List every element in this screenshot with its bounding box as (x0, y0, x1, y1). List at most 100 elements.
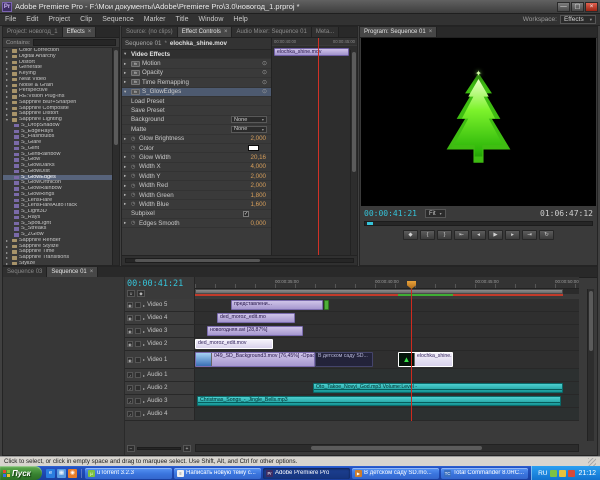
effect-param[interactable]: Load Preset (122, 97, 271, 106)
lock-track-icon[interactable] (135, 398, 141, 404)
effect-param[interactable]: MatteNone▾ (122, 125, 271, 134)
stopwatch-icon[interactable]: ◷ (131, 145, 137, 151)
program-scrub-bar[interactable] (364, 221, 593, 226)
menu-title[interactable]: Title (171, 16, 194, 23)
timeline-clip[interactable]: Christmas_Songs_-_Jingle_Bells.mp3 (197, 396, 561, 406)
collapse-track-icon[interactable]: ▸ (143, 386, 145, 391)
menu-file[interactable]: File (0, 16, 21, 23)
twirl-icon[interactable]: ▸ (124, 192, 129, 198)
stopwatch-icon[interactable]: ◷ (131, 173, 137, 179)
zoom-slider[interactable] (137, 447, 181, 450)
toggle-track-output-icon[interactable]: ◉ (127, 341, 133, 347)
effect-param[interactable]: ▸◷Width X4,000 (122, 163, 271, 172)
zoom-in-icon[interactable]: + (183, 445, 191, 452)
step-forward-icon[interactable]: ▸ (505, 230, 520, 240)
effect-row[interactable]: ▸fxOpacity⊙ (122, 69, 271, 78)
twirl-icon[interactable]: ▸ (124, 183, 129, 189)
media-player-icon[interactable]: ◉ (68, 469, 77, 478)
twirl-icon[interactable]: ▸ (6, 66, 10, 71)
timeline-clip[interactable]: ded_moroz_edit.mo (217, 313, 295, 323)
effect-param[interactable]: BackgroundNone▾ (122, 116, 271, 125)
reset-icon[interactable]: ⊙ (262, 69, 269, 76)
effect-controls-timeline[interactable]: 00:00:40:0000:00:45:00 elochka_shine.mov (271, 38, 357, 255)
taskbar-button[interactable]: TCTotal Commander 8.0RC... (441, 468, 528, 479)
lock-track-icon[interactable] (135, 385, 141, 391)
twirl-icon[interactable]: ▸ (124, 70, 129, 76)
menu-sequence[interactable]: Sequence (97, 16, 139, 23)
scrub-thumb[interactable] (367, 222, 373, 225)
menu-window[interactable]: Window (193, 16, 228, 23)
tray-icon[interactable] (559, 470, 566, 477)
tab-program[interactable]: Program: Sequence 01 × (360, 27, 437, 37)
param-dropdown[interactable]: None▾ (231, 116, 267, 123)
tab-project[interactable]: Project: новогод_1 (3, 27, 63, 37)
maximize-button[interactable]: ▢ (571, 2, 584, 12)
clock[interactable]: 21:12 (578, 470, 596, 477)
track-header[interactable]: ◉▸Video 2 (125, 338, 195, 350)
param-value[interactable]: 2,000 (251, 173, 269, 180)
twirl-icon[interactable]: ▸ (6, 60, 10, 65)
close-icon[interactable]: × (224, 29, 228, 35)
toggle-track-output-icon[interactable]: ♪ (127, 411, 133, 417)
lock-track-icon[interactable] (135, 328, 141, 334)
menu-help[interactable]: Help (228, 16, 252, 23)
effect-row-selected[interactable]: ▾fxS_GlowEdges⊙ (122, 88, 271, 97)
effect-param[interactable]: Subpixel✓ (122, 210, 271, 219)
tab-effects[interactable]: Effects × (63, 27, 97, 37)
effect-param[interactable]: ▸◷Width Blue1,600 (122, 200, 271, 209)
stopwatch-icon[interactable]: ◷ (131, 192, 137, 198)
track-lane[interactable]: ded_moroz_edit.mov (195, 338, 579, 350)
color-swatch[interactable] (248, 145, 259, 151)
track-lane[interactable]: новогодняя.avi [28,87%] (195, 325, 579, 337)
twirl-icon[interactable]: ▸ (124, 136, 129, 142)
timeline-clip[interactable] (324, 300, 329, 310)
twirl-icon[interactable]: ▸ (124, 79, 129, 85)
twirl-icon[interactable]: ▾ (124, 51, 129, 57)
effect-row[interactable]: ▸fxTime Remapping⊙ (122, 78, 271, 87)
taskbar-button[interactable]: ▶В детском саду SD.mo... (352, 468, 439, 479)
timeline-clip[interactable]: ▲elochka_shine.mov (398, 352, 453, 367)
twirl-icon[interactable]: ▸ (6, 250, 10, 255)
lock-track-icon[interactable] (135, 302, 141, 308)
lock-track-icon[interactable] (135, 341, 141, 347)
marker-icon[interactable]: ◆ (137, 290, 145, 297)
show-desktop-icon[interactable]: ▦ (57, 469, 66, 478)
language-indicator[interactable]: RU (538, 470, 547, 477)
search-input[interactable] (33, 39, 117, 46)
checkbox-checked-icon[interactable]: ✓ (243, 211, 249, 217)
twirl-icon[interactable]: ▸ (6, 261, 10, 265)
twirl-icon[interactable]: ▸ (124, 201, 129, 207)
track-header[interactable]: ♪▸Audio 4 (125, 408, 195, 420)
scrollbar-thumb[interactable] (311, 446, 483, 450)
collapse-track-icon[interactable]: ▸ (143, 357, 145, 362)
track-lane[interactable]: Oto_Takoe_Novyi_God.mp3 Volume:Level - (195, 382, 579, 394)
snap-icon[interactable]: ∪ (127, 290, 135, 297)
taskbar-button[interactable]: ≡Написать новую тему с... (174, 468, 261, 479)
jump-to-in-icon[interactable]: ⇤ (454, 230, 469, 240)
minimize-button[interactable]: — (557, 2, 570, 12)
param-value[interactable]: 20,16 (251, 154, 269, 161)
tray-icon[interactable] (550, 470, 557, 477)
twirl-icon[interactable]: ▾ (124, 89, 129, 95)
param-value[interactable]: 0,000 (251, 220, 269, 227)
effect-row[interactable]: ▸fxMotion⊙ (122, 59, 271, 68)
track-header[interactable]: ♪▸Audio 3 (125, 395, 195, 407)
toggle-track-output-icon[interactable]: ◉ (127, 302, 133, 308)
toggle-track-output-icon[interactable]: ◉ (127, 315, 133, 321)
twirl-icon[interactable]: ▸ (6, 83, 10, 88)
close-icon[interactable]: × (88, 29, 92, 35)
tab-source-no-clips[interactable]: Source: (no clips) (122, 27, 178, 37)
effect-controls-scrollbar[interactable] (350, 50, 357, 255)
collapse-track-icon[interactable]: ▸ (143, 316, 145, 321)
stopwatch-icon[interactable]: ◷ (131, 183, 137, 189)
playhead[interactable] (411, 289, 412, 421)
effect-controls-clip-bar[interactable]: elochka_shine.mov (274, 48, 349, 56)
stopwatch-icon[interactable]: ◷ (131, 154, 137, 160)
marker-icon[interactable]: ◆ (403, 230, 418, 240)
close-icon[interactable]: × (90, 269, 94, 275)
param-value[interactable]: 2,000 (251, 135, 269, 142)
workspace-selector[interactable]: Effects ▾ (560, 15, 596, 24)
track-header[interactable]: ◉▸Video 4 (125, 312, 195, 324)
effect-param[interactable]: ▸◷Edges Smooth0,000 (122, 219, 271, 228)
close-button[interactable]: × (585, 2, 598, 12)
